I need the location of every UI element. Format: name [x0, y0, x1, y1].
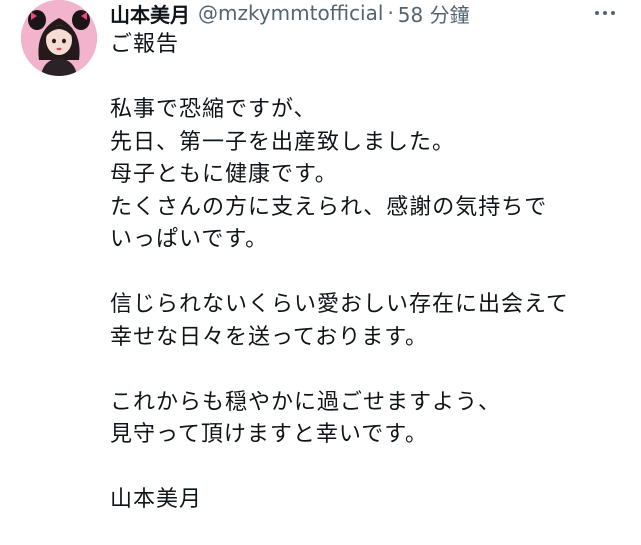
display-name[interactable]: 山本美月: [110, 0, 190, 28]
tweet-line: 私事で恐縮ですが、: [110, 97, 317, 122]
tweet-line: いっぱいです。: [110, 227, 269, 252]
user-handle[interactable]: @mzkymmtofficial: [198, 1, 383, 25]
tweet-line: たくさんの方に支えられ、感謝の気持ちで: [110, 194, 548, 220]
tweet: 山本美月 @mzkymmtofficial · 58 分鐘 ご報告 私事で恐縮で…: [0, 0, 641, 545]
tweet-line: 山本美月: [110, 487, 203, 512]
tweet-header: 山本美月 @mzkymmtofficial · 58 分鐘: [110, 0, 470, 28]
tweet-line: [110, 62, 630, 95]
more-dot: [603, 11, 607, 15]
tweet-line: 先日、第一子を出産致しました。: [110, 129, 456, 155]
more-dot: [595, 11, 599, 15]
tweet-line: [110, 257, 630, 290]
tweet-line: 母子ともに健康です。: [110, 162, 338, 187]
profile-photo-icon: [21, 0, 97, 76]
more-dot: [611, 11, 615, 15]
separator-dot: ·: [387, 1, 394, 25]
tweet-line: 幸せな日々を送っております。: [110, 324, 429, 350]
avatar[interactable]: [21, 0, 97, 76]
more-horizontal-icon[interactable]: [585, 0, 625, 26]
tweet-line: 見守って頂けますと幸いです。: [110, 422, 429, 447]
tweet-line: ご報告: [110, 32, 180, 57]
tweet-line: [110, 452, 630, 485]
timestamp[interactable]: 58 分鐘: [398, 0, 470, 28]
tweet-line: [110, 354, 630, 387]
tweet-line: 信じられないくらい愛おしい存在に出会えて: [110, 292, 569, 317]
tweet-line: これからも穏やかに過ごせますよう、: [110, 389, 502, 415]
tweet-text: ご報告 私事で恐縮ですが、 先日、第一子を出産致しました。 母子ともに健康です。…: [110, 29, 630, 517]
